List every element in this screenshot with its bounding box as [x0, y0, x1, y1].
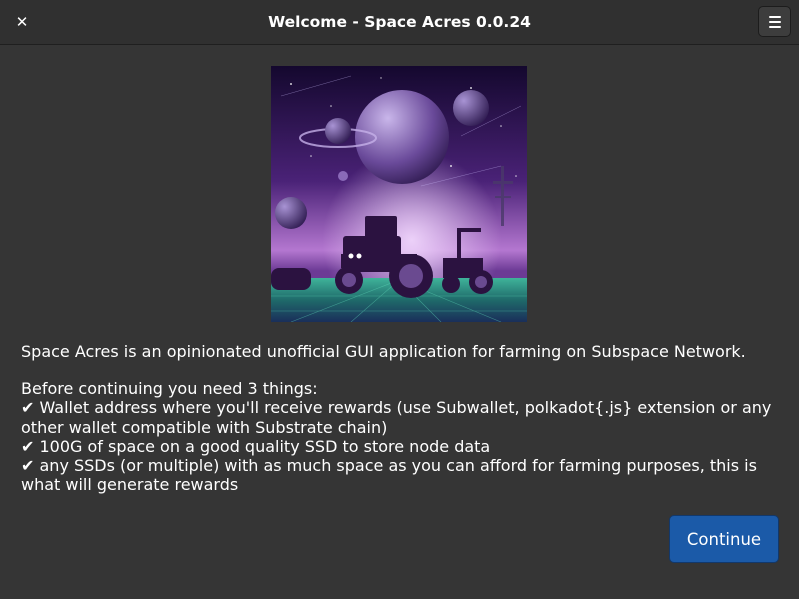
space-farm-illustration: [271, 66, 527, 322]
window-title: Welcome - Space Acres 0.0.24: [268, 13, 531, 31]
requirement-item: ✔ Wallet address where you'll receive re…: [21, 398, 772, 437]
requirement-item: ✔ 100G of space on a good quality SSD to…: [21, 436, 491, 456]
main-menu-button[interactable]: [758, 6, 791, 37]
title-bar: ✕ Welcome - Space Acres 0.0.24: [0, 0, 799, 45]
hamburger-menu-icon: [768, 15, 781, 18]
intro-text: Space Acres is an opinionated unofficial…: [21, 342, 746, 361]
requirement-item: ✔ any SSDs (or multiple) with as much sp…: [21, 456, 757, 495]
requirements-list: Before continuing you need 3 things: ✔ W…: [21, 379, 791, 495]
requirements-heading: Before continuing you need 3 things:: [21, 379, 318, 398]
continue-button[interactable]: Continue: [669, 515, 779, 563]
welcome-window: ✕ Welcome - Space Acres 0.0.24 Space Acr…: [0, 0, 799, 599]
